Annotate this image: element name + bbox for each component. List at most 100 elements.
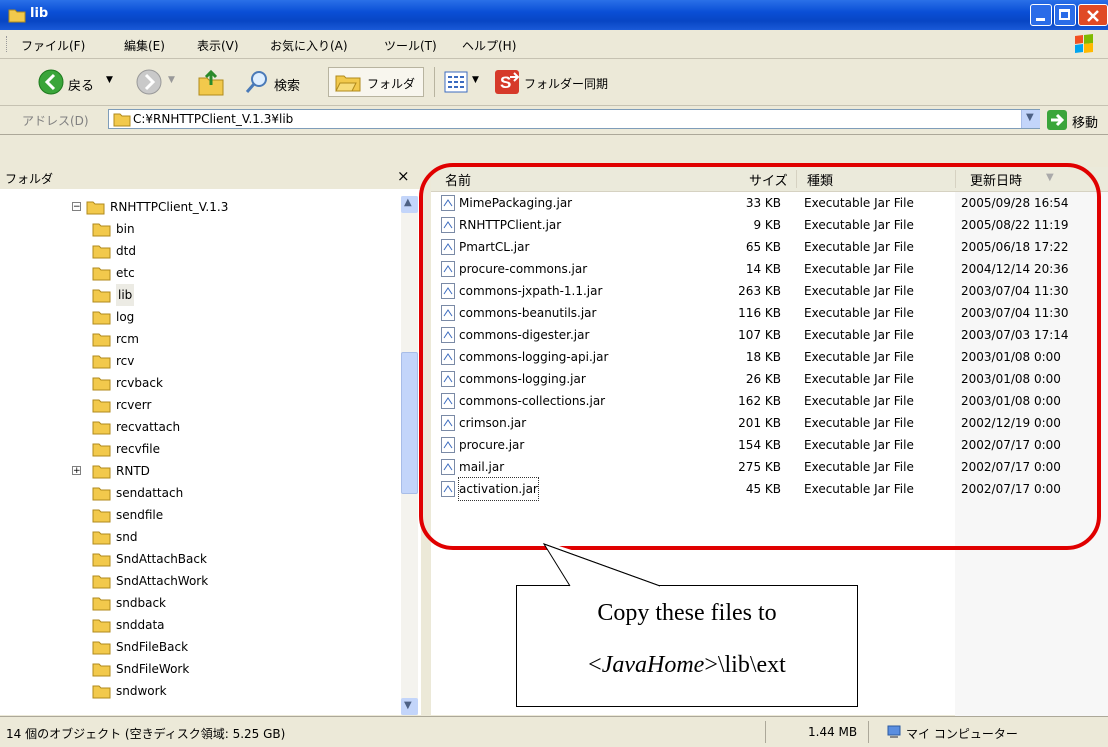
scroll-thumb[interactable] [401,352,418,494]
tree-item-label: sndwork [116,684,167,698]
sync-icon: S [495,70,520,94]
search-button[interactable]: 検索 [244,69,320,97]
folder-sync-button[interactable]: S フォルダー同期 [494,69,630,97]
folder-pane-header: フォルダ × [0,165,421,189]
tree-item-label: sndback [116,596,166,610]
folder-icon [8,9,26,23]
collapse-icon[interactable]: − [72,202,81,212]
folder-icon [92,377,111,391]
svg-text:S: S [500,73,511,92]
folder-icon [92,641,111,655]
menu-bar: ファイル(F) 編集(E) 表示(V) お気に入り(A) ツール(T) ヘルプ(… [0,30,1108,59]
folder-icon [92,509,111,523]
search-icon [245,71,267,93]
maximize-icon [1059,9,1070,20]
tree-item-label: SndFileBack [116,640,189,654]
minimize-button[interactable] [1030,4,1052,26]
status-zone: マイ コンピューター [906,727,1018,741]
tree-item-label: snd [116,530,138,544]
status-objects: 14 個のオブジェクト (空きディスク領域: 5.25 GB) [6,727,286,741]
folder-icon [92,355,111,369]
menu-view[interactable]: 表示(V) [197,37,239,54]
folder-icon [92,619,111,633]
folder-icon [92,685,111,699]
forward-button[interactable]: ▼ [136,69,182,97]
folder-icon [92,663,111,677]
callout-line-2: <JavaHome>\lib\ext [588,652,786,678]
tree-item-label: rcverr [116,398,152,412]
folder-scrollbar[interactable]: ▲ ▼ [401,196,418,715]
folder-icon [92,465,111,479]
views-button[interactable]: ▼ [444,69,484,97]
tree-item-label: SndAttachBack [116,552,207,566]
folders-button[interactable]: フォルダ [328,67,424,97]
close-icon[interactable]: × [397,167,410,185]
tree-item-label: recvfile [116,442,161,456]
menu-tools[interactable]: ツール(T) [384,37,437,54]
address-label: アドレス(D) [22,114,89,128]
address-dropdown-button[interactable]: ▼ [1021,110,1040,128]
callout-box: Copy these files to <JavaHome>\lib\ext [516,585,858,707]
forward-arrow-icon [136,69,162,95]
callout-pointer-tip [542,543,661,587]
close-button[interactable] [1078,4,1108,26]
up-folder-icon[interactable] [196,69,226,97]
chevron-up-icon: ▲ [404,197,412,208]
chevron-down-icon: ▼ [168,75,175,85]
toolbar: 戻る ▼ ▼ 検索 フォルダ ▼ S フォルダー同期 [0,59,1108,106]
chevron-down-icon: ▼ [1026,112,1034,123]
tree-item-label: rcvback [116,376,163,390]
folder-icon [92,223,111,237]
tree-item-label: RNTD [116,464,150,478]
back-button[interactable]: 戻る ▼ [38,69,116,97]
folder-pane [0,165,421,715]
folder-icon [92,399,111,413]
window-title: lib [30,6,49,21]
grip [6,36,9,52]
folder-icon [92,245,111,259]
folder-icon [92,333,111,347]
tree-item-label: dtd [116,244,136,258]
folder-pane-title: フォルダ [5,172,54,186]
folder-icon [92,267,111,281]
address-input[interactable]: C:¥RNHTTPClient_V.1.3¥lib ▼ [108,109,1040,129]
tree-item-label: sendattach [116,486,184,500]
go-button[interactable]: 移動 [1046,109,1108,131]
folder-icon [113,113,131,127]
computer-icon [887,725,901,738]
chevron-down-icon: ▼ [106,75,113,85]
minimize-icon [1036,18,1045,21]
status-bar: 14 個のオブジェクト (空きディスク領域: 5.25 GB) 1.44 MB … [0,716,1108,747]
tree-item-label: lib [116,284,135,306]
folder-icon [92,289,111,303]
folder-icon [92,553,111,567]
folder-icon [92,597,111,611]
scroll-down-button[interactable]: ▼ [401,698,418,715]
menu-favorites[interactable]: お気に入り(A) [270,37,348,54]
menu-edit[interactable]: 編集(E) [124,37,165,54]
folder-icon [92,487,111,501]
tree-item-label: sendfile [116,508,164,522]
folder-icon [92,443,111,457]
tree-item-label: rcv [116,354,135,368]
go-arrow-icon [1047,110,1067,130]
folders-icon [335,75,361,92]
chevron-down-icon: ▼ [472,75,479,85]
menu-help[interactable]: ヘルプ(H) [462,37,516,54]
windows-logo-icon [1075,34,1093,53]
folder-icon [92,531,111,545]
chevron-down-icon: ▼ [404,700,412,711]
tree-item-label: bin [116,222,135,236]
folder-icon [92,311,111,325]
tree-item-label: log [116,310,135,324]
scroll-up-button[interactable]: ▲ [401,196,418,213]
title-bar[interactable]: lib [0,0,1108,30]
address-bar: アドレス(D) C:¥RNHTTPClient_V.1.3¥lib ▼ 移動 [0,106,1108,135]
back-arrow-icon [38,69,64,95]
menu-file[interactable]: ファイル(F) [21,37,85,54]
highlight-outline [419,163,1101,550]
folder-open-icon [86,201,105,215]
close-icon [1087,10,1099,22]
expand-icon[interactable]: + [72,466,81,476]
maximize-button[interactable] [1054,4,1076,26]
